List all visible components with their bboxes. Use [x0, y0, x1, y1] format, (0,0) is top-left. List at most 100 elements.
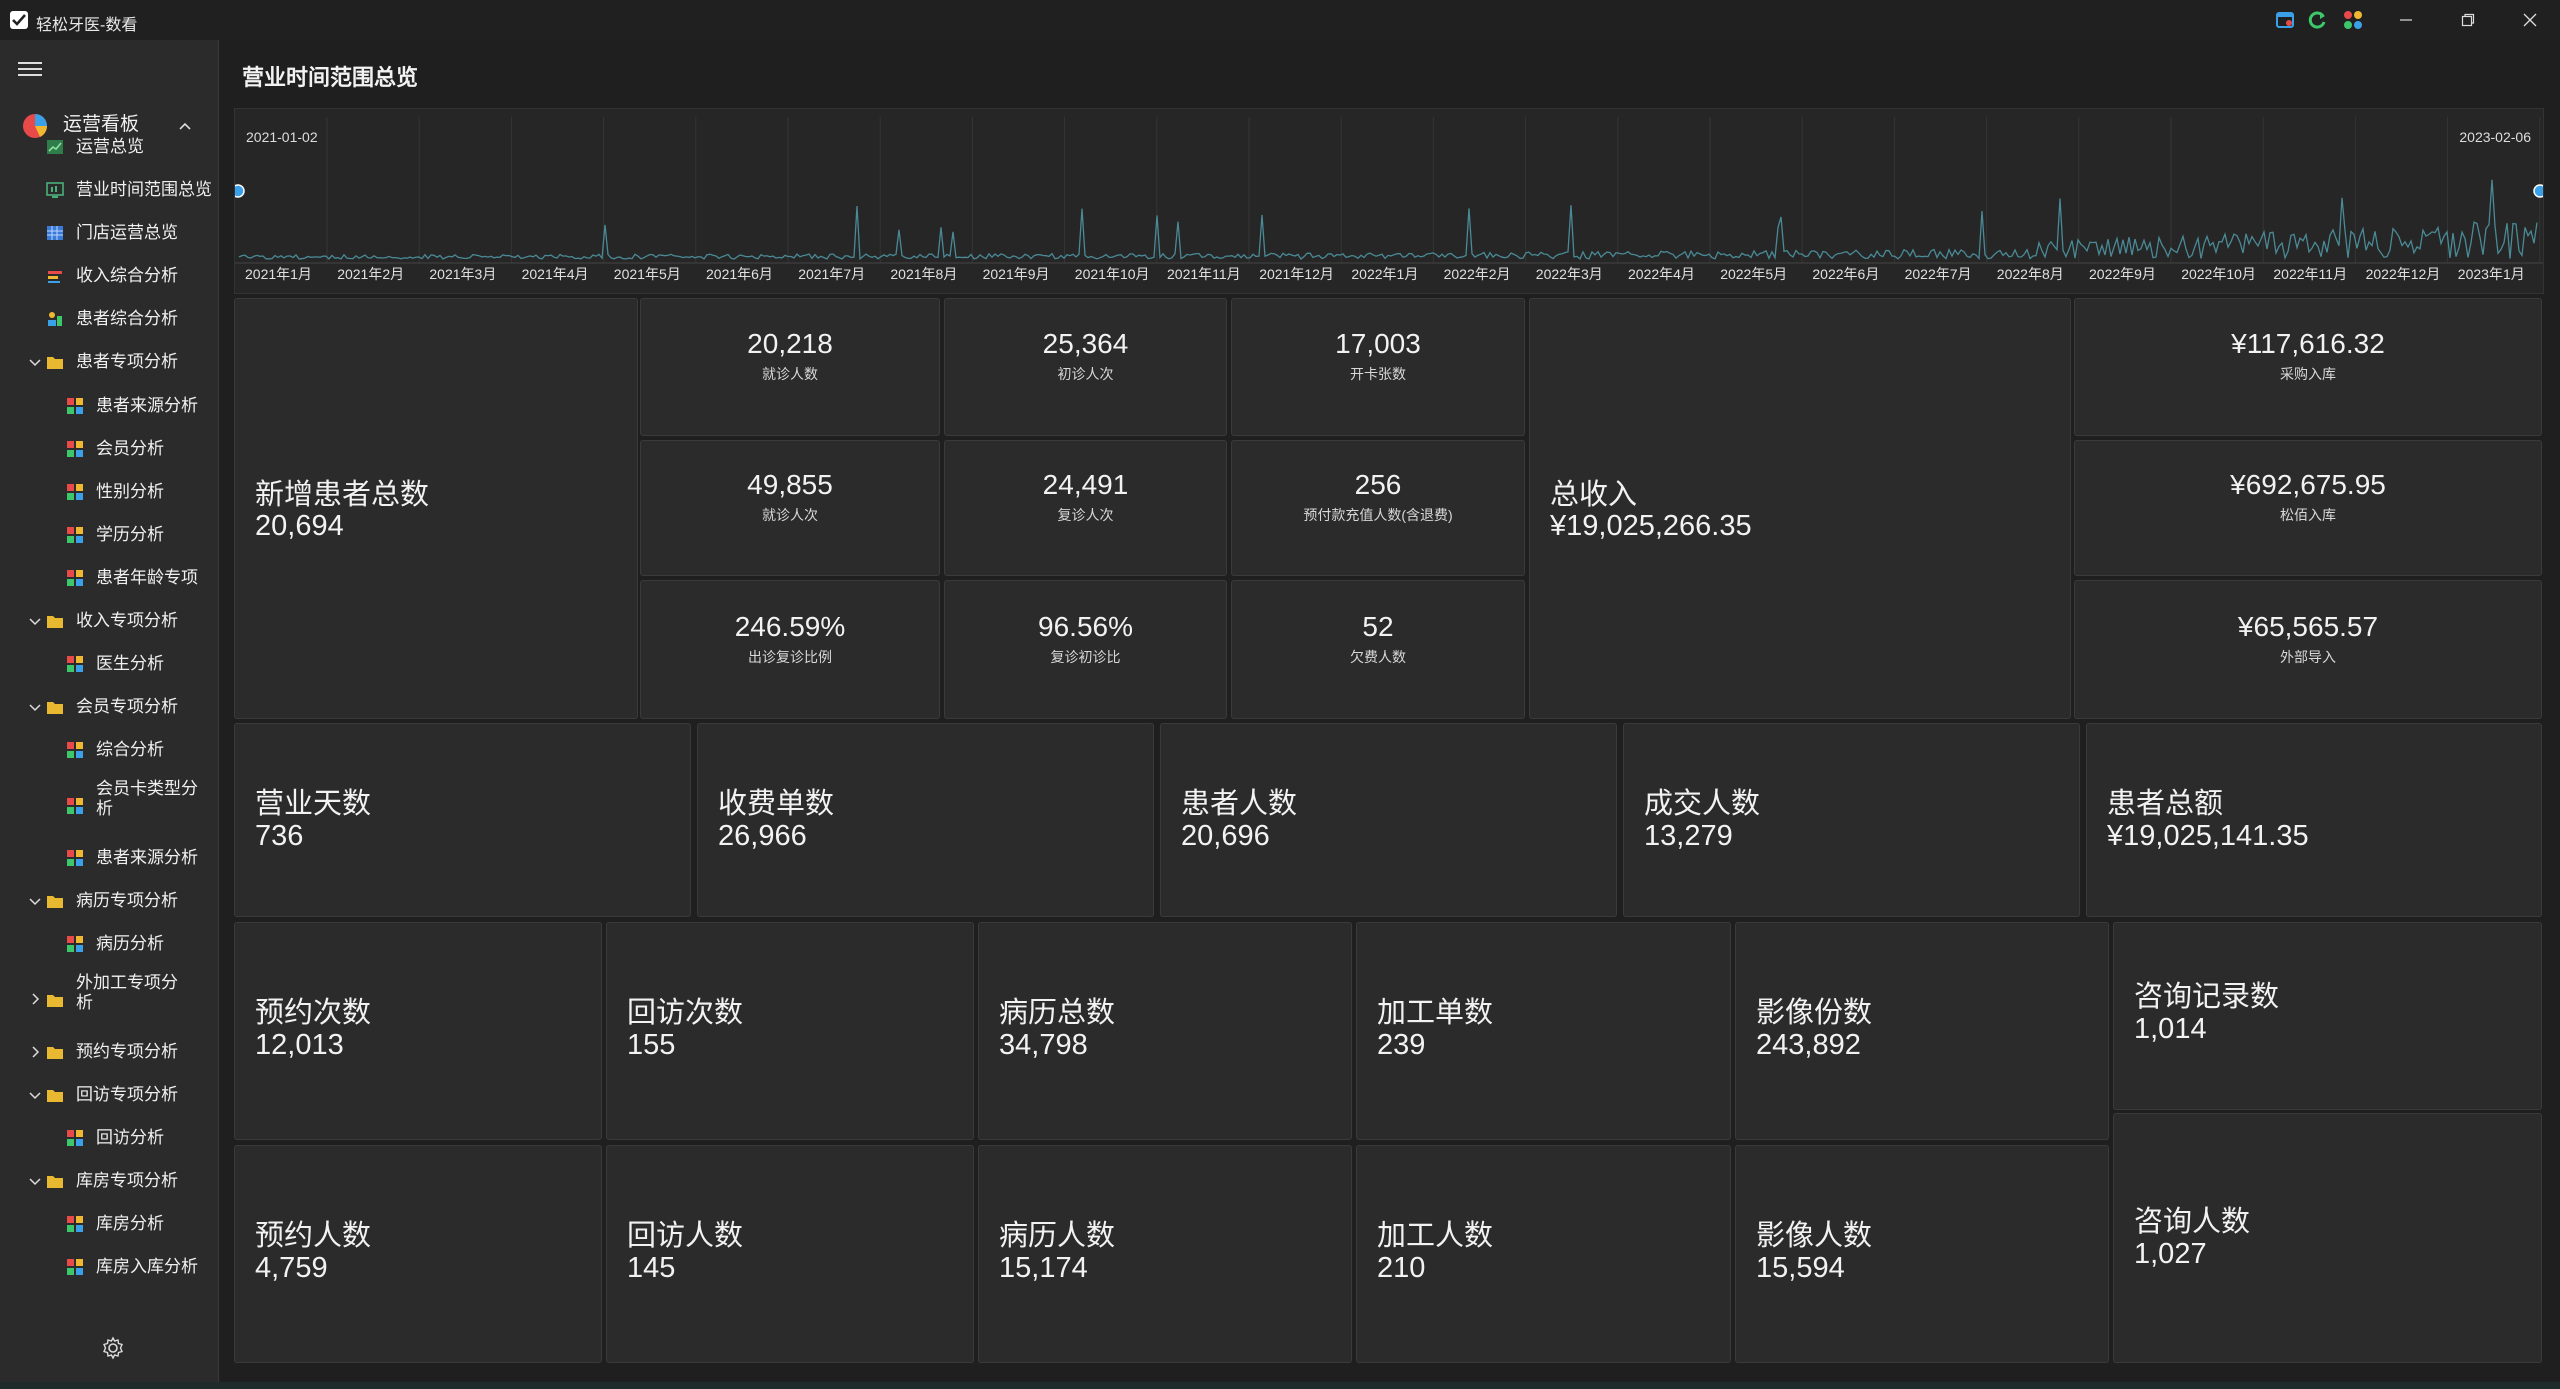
- restore-button[interactable]: [2438, 0, 2498, 40]
- sidebar-item[interactable]: 医生分析: [0, 643, 218, 686]
- minimize-button[interactable]: [2376, 0, 2436, 40]
- sidebar-item-label: 学历分析: [96, 525, 164, 544]
- summary-card: 成交人数 13,279: [1623, 723, 2080, 917]
- timeline-month-label: 2021年11月: [1167, 266, 1241, 282]
- stat-label: 复诊人次: [1057, 507, 1114, 523]
- summary-value: 26,966: [718, 820, 807, 852]
- sidebar-item[interactable]: 性别分析: [0, 471, 218, 514]
- chevron-right-icon: [32, 993, 40, 1005]
- widget-icon: [67, 398, 83, 414]
- widget-icon: [67, 441, 83, 457]
- sidebar-item-label: 医生分析: [96, 654, 164, 673]
- sidebar-item[interactable]: 会员卡类型分析: [0, 776, 218, 819]
- folder-icon: [47, 702, 63, 714]
- close-button[interactable]: [2500, 0, 2560, 40]
- sidebar-item[interactable]: 预约专项分析: [0, 1031, 218, 1074]
- sidebar-item[interactable]: 会员专项分析: [0, 686, 218, 729]
- timeline-month-label: 2021年5月: [614, 266, 681, 282]
- sidebar-item[interactable]: 收入专项分析: [0, 600, 218, 643]
- sidebar-item[interactable]: 会员分析: [0, 428, 218, 471]
- date-range-timeline[interactable]: 2021年1月 2021年2月 2021年3月 2021年4月 2021年5月 2021年…: [234, 108, 2544, 294]
- count-label: 影像份数: [1756, 995, 1873, 1029]
- new-patients-value: 20,694: [255, 510, 344, 542]
- sidebar-item[interactable]: 病历专项分析: [0, 880, 218, 923]
- sidebar-item[interactable]: 收入综合分析: [0, 255, 218, 298]
- count-card: 加工单数 239: [1356, 922, 1731, 1140]
- sidebar-item[interactable]: 回访分析: [0, 1117, 218, 1160]
- sidebar-item-label: 患者年龄专项: [96, 568, 198, 587]
- timeline-sparkline[interactable]: 2021年1月 2021年2月 2021年3月 2021年4月 2021年5月 2021年…: [235, 109, 2543, 293]
- timeline-month-label: 2022年2月: [1444, 266, 1511, 282]
- count-card: 影像份数 243,892: [1735, 922, 2109, 1140]
- count-value: 155: [627, 1029, 676, 1061]
- stock-label: 采购入库: [2280, 366, 2336, 382]
- stat-card: 52 欠费人数: [1231, 580, 1525, 719]
- count-label: 加工单数: [1377, 995, 1494, 1029]
- sidebar-item-label: 回访分析: [96, 1128, 164, 1147]
- sidebar-item[interactable]: 综合分析: [0, 729, 218, 772]
- sidebar-item[interactable]: 患者专项分析: [0, 341, 218, 384]
- sidebar-item[interactable]: 病历分析: [0, 923, 218, 966]
- summary-label: 患者人数: [1181, 786, 1298, 820]
- sidebar-item[interactable]: 库房入库分析: [0, 1246, 218, 1289]
- stat-value: 17,003: [1335, 328, 1421, 359]
- count-card: 病历总数 34,798: [978, 922, 1352, 1140]
- close-icon: [2523, 13, 2537, 27]
- sidebar-item[interactable]: 营业时间范围总览: [0, 169, 218, 212]
- sidebar-item-label: 预约专项分析: [76, 1042, 178, 1061]
- sidebar-item[interactable]: 外加工专项分析: [0, 970, 218, 1013]
- consult-people-value: 1,027: [2134, 1238, 2207, 1270]
- menu-icon[interactable]: [18, 58, 42, 78]
- sidebar-item-label: 运营总览: [76, 137, 144, 156]
- calendar-window-icon[interactable]: [2275, 10, 2295, 30]
- timeline-month-label: 2022年4月: [1628, 266, 1695, 282]
- timeline-month-label: 2022年7月: [1905, 266, 1972, 282]
- people-value: 210: [1377, 1252, 1426, 1284]
- folder-icon: [47, 616, 63, 628]
- sidebar-item-label: 会员卡类型分析: [96, 779, 198, 818]
- stat-label: 预付款充值人数(含退费): [1303, 507, 1453, 523]
- sidebar-item-label: 收入综合分析: [76, 266, 178, 285]
- timeline-month-label: 2021年8月: [890, 266, 957, 282]
- sidebar-item[interactable]: 患者年龄专项: [0, 557, 218, 600]
- new-patients-label: 新增患者总数: [255, 477, 430, 511]
- stat-card: 246.59% 出诊复诊比例: [640, 580, 940, 719]
- chevron-down-icon: [29, 359, 41, 367]
- widget-icon: [67, 742, 83, 758]
- table-grid-icon: [47, 226, 63, 240]
- sidebar-item[interactable]: 患者综合分析: [0, 298, 218, 341]
- sidebar-item-label: 会员专项分析: [76, 697, 178, 716]
- chevron-down-icon: [29, 618, 41, 626]
- apps-grid-icon[interactable]: [2343, 10, 2363, 30]
- consult-records-label: 咨询记录数: [2134, 979, 2280, 1013]
- sidebar-item[interactable]: 运营总览: [0, 126, 218, 169]
- summary-value: 736: [255, 820, 304, 852]
- stat-value: 20,218: [747, 328, 833, 359]
- bar-chart-icon: [48, 271, 62, 283]
- sidebar-item[interactable]: 患者来源分析: [0, 385, 218, 428]
- sidebar-item[interactable]: 回访专项分析: [0, 1074, 218, 1117]
- summary-card: 患者人数 20,696: [1160, 723, 1617, 917]
- stat-card: 96.56% 复诊初诊比: [944, 580, 1227, 719]
- sidebar-item[interactable]: 门店运营总览: [0, 212, 218, 255]
- sidebar-item[interactable]: 患者来源分析: [0, 837, 218, 880]
- stat-value: 25,364: [1042, 328, 1129, 359]
- range-end-handle[interactable]: [2533, 184, 2543, 198]
- people-value: 4,759: [255, 1252, 328, 1284]
- stat-card: 25,364 初诊人次: [944, 298, 1227, 436]
- settings-gear-icon[interactable]: [101, 1336, 125, 1360]
- sidebar-item[interactable]: 学历分析: [0, 514, 218, 557]
- widget-icon: [67, 656, 83, 672]
- stat-card: 17,003 开卡张数: [1231, 298, 1525, 436]
- stock-value: ¥692,675.95: [2230, 469, 2386, 500]
- folder-icon: [47, 1176, 63, 1188]
- title-bar: 轻松牙医-数看: [0, 0, 2560, 40]
- stat-card: 49,855 就诊人次: [640, 440, 940, 576]
- count-value: 239: [1377, 1029, 1426, 1061]
- sidebar-item[interactable]: 库房专项分析: [0, 1160, 218, 1203]
- timeline-month-label: 2021年1月: [245, 266, 312, 282]
- sidebar-item[interactable]: 库房分析: [0, 1203, 218, 1246]
- consult-people-label: 咨询人数: [2134, 1204, 2251, 1238]
- refresh-icon[interactable]: [2308, 10, 2328, 30]
- range-start-handle[interactable]: [235, 184, 245, 198]
